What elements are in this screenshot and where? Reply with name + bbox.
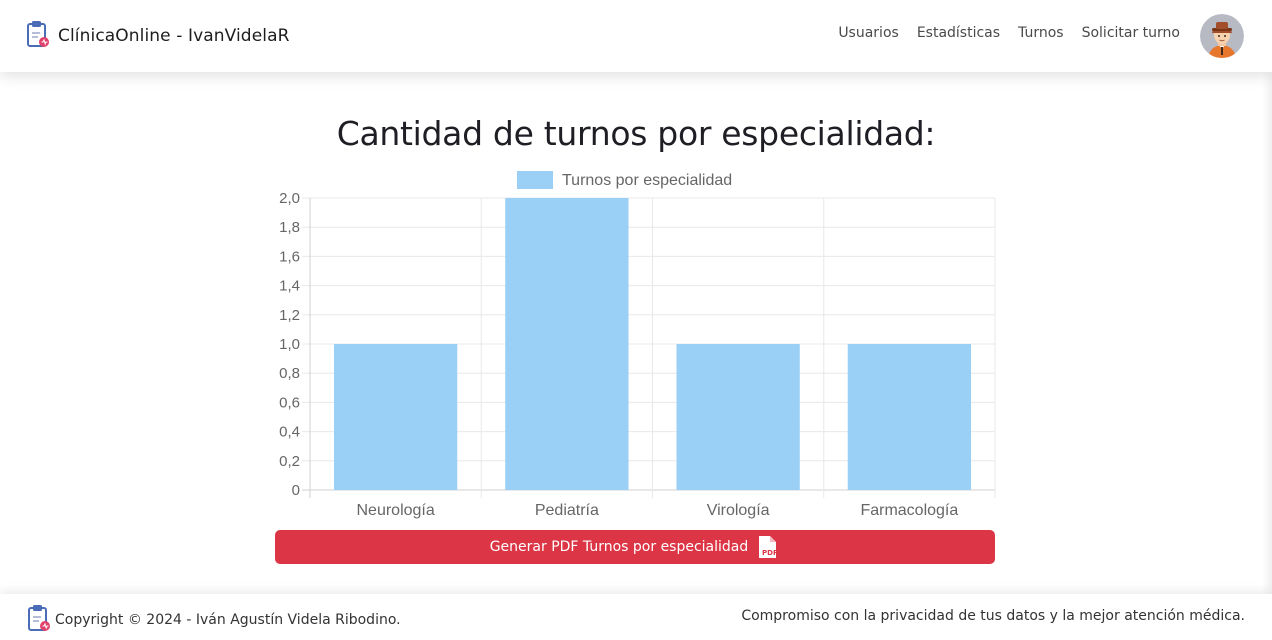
user-avatar[interactable] [1200, 14, 1244, 58]
footer: Copyright © 2024 - Iván Agustín Videla R… [0, 594, 1272, 640]
footer-tagline: Compromiso con la privacidad de tus dato… [741, 608, 1245, 624]
y-tick-label: 1,0 [279, 336, 300, 353]
brand-link[interactable]: ClínicaOnline - IvanVidelaR [26, 20, 290, 52]
y-tick-label: 2,0 [279, 190, 300, 207]
footer-copyright: Copyright © 2024 - Iván Agustín Videla R… [55, 612, 401, 628]
brand-title: ClínicaOnline - IvanVidelaR [58, 26, 290, 46]
y-tick-label: 0,2 [279, 453, 300, 470]
y-tick-label: 0,8 [279, 365, 300, 382]
y-tick-label: 1,4 [279, 278, 300, 295]
nav-link-solicitar-turno[interactable]: Solicitar turno [1082, 25, 1180, 41]
bar [847, 344, 972, 490]
bar [333, 344, 458, 490]
pdf-file-icon: PDF [756, 535, 780, 559]
y-tick-label: 1,8 [279, 219, 300, 236]
x-tick-label: Pediatría [535, 502, 599, 519]
clipboard-heart-icon [27, 604, 51, 636]
legend-label: Turnos por especialidad [562, 172, 732, 189]
main-content: Cantidad de turnos por especialidad: Tur… [0, 72, 1272, 594]
pdf-icon-text: PDF [762, 549, 778, 557]
nav-link-usuarios[interactable]: Usuarios [838, 25, 899, 41]
y-tick-label: 0,4 [279, 424, 300, 441]
y-tick-label: 1,6 [279, 248, 300, 265]
clipboard-heart-icon [26, 20, 50, 52]
x-tick-label: Virología [707, 502, 770, 519]
nav-link-estadisticas[interactable]: Estadísticas [917, 25, 1000, 41]
x-tick-label: Neurología [356, 502, 434, 519]
bar-chart: Turnos por especialidad 0 0,2 0,4 0,6 0,8 1,0 1… [279, 171, 996, 519]
footer-copyright-block: Copyright © 2024 - Iván Agustín Videla R… [27, 604, 401, 636]
x-tick-label: Farmacología [860, 502, 958, 519]
legend-swatch [517, 171, 553, 189]
nav-links: Usuarios Estadísticas Turnos Solicitar t… [838, 25, 1180, 41]
y-tick-label: 0 [292, 482, 300, 499]
bar [676, 344, 800, 490]
generate-pdf-label: Generar PDF Turnos por especialidad [489, 539, 749, 555]
y-tick-label: 1,2 [279, 307, 300, 324]
nav-link-turnos[interactable]: Turnos [1018, 25, 1064, 41]
page-edge-shadow [1262, 72, 1272, 594]
bar [505, 198, 629, 490]
generate-pdf-button[interactable]: Generar PDF Turnos por especialidad PDF [275, 530, 995, 564]
navbar: ClínicaOnline - IvanVidelaR Usuarios Est… [0, 0, 1272, 72]
y-tick-label: 0,6 [279, 394, 300, 411]
